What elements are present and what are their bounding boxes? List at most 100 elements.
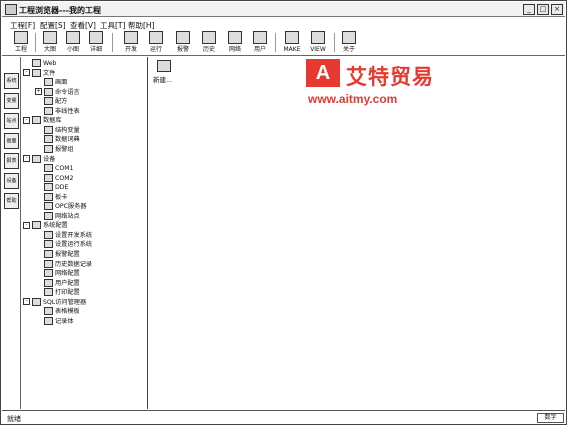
details-button[interactable]: 详细 [85,31,107,54]
tree-item[interactable]: DDE [35,183,68,192]
status-right-pane: 数字 [537,413,564,423]
tree-node-icon [44,316,53,325]
tab-variables[interactable]: 变量 [4,93,19,109]
tree-expander[interactable]: - [23,221,30,229]
small-icons-button[interactable]: 小图 [62,31,84,54]
user-button[interactable]: 用户 [249,31,271,54]
close-button[interactable]: × [551,4,563,15]
tree-expander[interactable]: - [23,298,30,306]
tree-item-label: COM1 [55,165,74,173]
history-button[interactable]: 历史 [198,31,220,54]
tree-item-label: COM2 [55,174,74,182]
tree-item[interactable]: - SQL访问管理器 [23,297,87,306]
tree-item[interactable]: - 数据库 [23,116,62,125]
new-file-icon [157,60,171,72]
tree-item[interactable]: 板卡 [35,192,67,201]
minimize-button[interactable]: _ [523,4,535,15]
tree-item-label: 结构变量 [55,126,80,134]
tree-item[interactable]: 配方 [35,97,68,106]
title-bar[interactable]: 工程浏览器---我的工程 _ □ × [2,2,565,17]
tree-item-label: 设备 [43,155,56,163]
status-bar: 就绪 数字 [2,410,565,424]
tree-item[interactable]: 用户配置 [35,278,80,287]
tab-screens[interactable]: 画面 [4,133,19,149]
tree-item[interactable]: 打印配置 [35,288,80,297]
tree-item[interactable]: 设置运行系统 [35,240,92,249]
tree-expander[interactable]: - [23,116,30,124]
tree-item[interactable]: + 命令语言 [35,87,80,96]
maximize-button[interactable]: □ [537,4,549,15]
tree-item[interactable]: OPC服务器 [35,202,86,211]
tree-item[interactable]: 网络配置 [35,269,80,278]
tab-stations[interactable]: 站点 [4,113,19,129]
tree-expander[interactable]: + [35,88,42,96]
tree-node-icon [44,183,53,192]
alarm-button[interactable]: 报警 [172,31,194,54]
tree-item-label: 设置开发系统 [55,231,93,239]
tree-item[interactable]: 报警配置 [35,250,80,258]
window-title: 工程浏览器---我的工程 [19,6,101,15]
history-icon [202,31,216,44]
side-tab-strip: 系统 变量 站点 画面 报表 设备 帮助 [2,57,21,409]
tab-system[interactable]: 系统 [4,73,19,89]
menu-bar: 工程[F] 配置[S] 查看[V] 工具[T] 帮助[H] [2,18,565,30]
tab-reports[interactable]: 报表 [4,153,19,169]
tab-help[interactable]: 帮助 [4,193,19,209]
tree-item[interactable]: COM2 [35,173,74,182]
network-button[interactable]: 网络 [224,31,246,54]
tree-item-label: 配方 [55,98,68,106]
run-button[interactable]: 运行 [145,31,167,54]
tree-item[interactable]: - 系统配置 [23,221,68,230]
tree-node-icon [32,154,41,163]
tree-item-label: SQL访问管理器 [43,298,87,306]
tree-item[interactable]: 结构变量 [35,125,80,134]
develop-button[interactable]: 开发 [120,31,142,54]
tree-item[interactable]: 画面 [35,78,67,87]
about-button[interactable]: 关于 [338,31,360,54]
tree-node-icon [32,297,41,306]
tree-node-icon [32,59,41,67]
tree-item-label: 非线性表 [55,107,80,115]
tree-item-label: 用户配置 [55,279,80,287]
tree-item-label: 打印配置 [55,289,80,297]
tree-item[interactable]: 网络站点 [35,211,80,220]
tree-expander[interactable]: - [23,69,30,77]
tree-item[interactable]: 设置开发系统 [35,230,93,239]
tree-item[interactable]: 表格模板 [35,307,80,316]
tree-item-label: Web [43,60,57,67]
alarm-icon [176,31,190,44]
tree-item[interactable]: Web [23,59,57,67]
tree-item[interactable]: 历史数据记录 [35,259,93,268]
tree-item-label: 历史数据记录 [55,260,93,268]
tree-node-icon [44,250,53,258]
user-icon [253,31,267,44]
tree-node-icon [44,259,53,268]
tree-node-icon [44,269,53,278]
toolbar-separator [35,33,36,52]
tree-item[interactable]: COM1 [35,164,74,173]
tree-node-icon [44,144,53,153]
tree-item[interactable]: 数据词典 [35,135,80,144]
tree-item[interactable]: 记录体 [35,316,74,325]
tree-item[interactable]: 非线性表 [35,106,80,115]
tree-node-icon [44,230,53,239]
make-button[interactable]: MAKE [281,31,303,54]
tree-expander[interactable]: - [23,155,30,162]
tree-item[interactable]: - 文件 [23,68,55,77]
tree-item-label: 记录体 [55,317,74,325]
tab-devices[interactable]: 设备 [4,173,19,189]
new-item[interactable]: 新建... [153,60,193,84]
project-button[interactable]: 工程 [10,31,32,54]
tree-item[interactable]: - 设备 [23,154,56,163]
tree-node-icon [44,278,53,287]
network-icon [228,31,242,44]
details-icon [89,31,103,44]
tree-node-icon [32,68,41,77]
tree-item-label: 报警组 [55,145,74,153]
tree-node-icon [44,97,53,106]
new-item-label: 新建... [153,76,173,84]
large-icons-button[interactable]: 大图 [39,31,61,54]
view-button[interactable]: VIEW [307,31,329,54]
develop-icon [124,31,138,44]
tree-item[interactable]: 报警组 [35,144,74,153]
